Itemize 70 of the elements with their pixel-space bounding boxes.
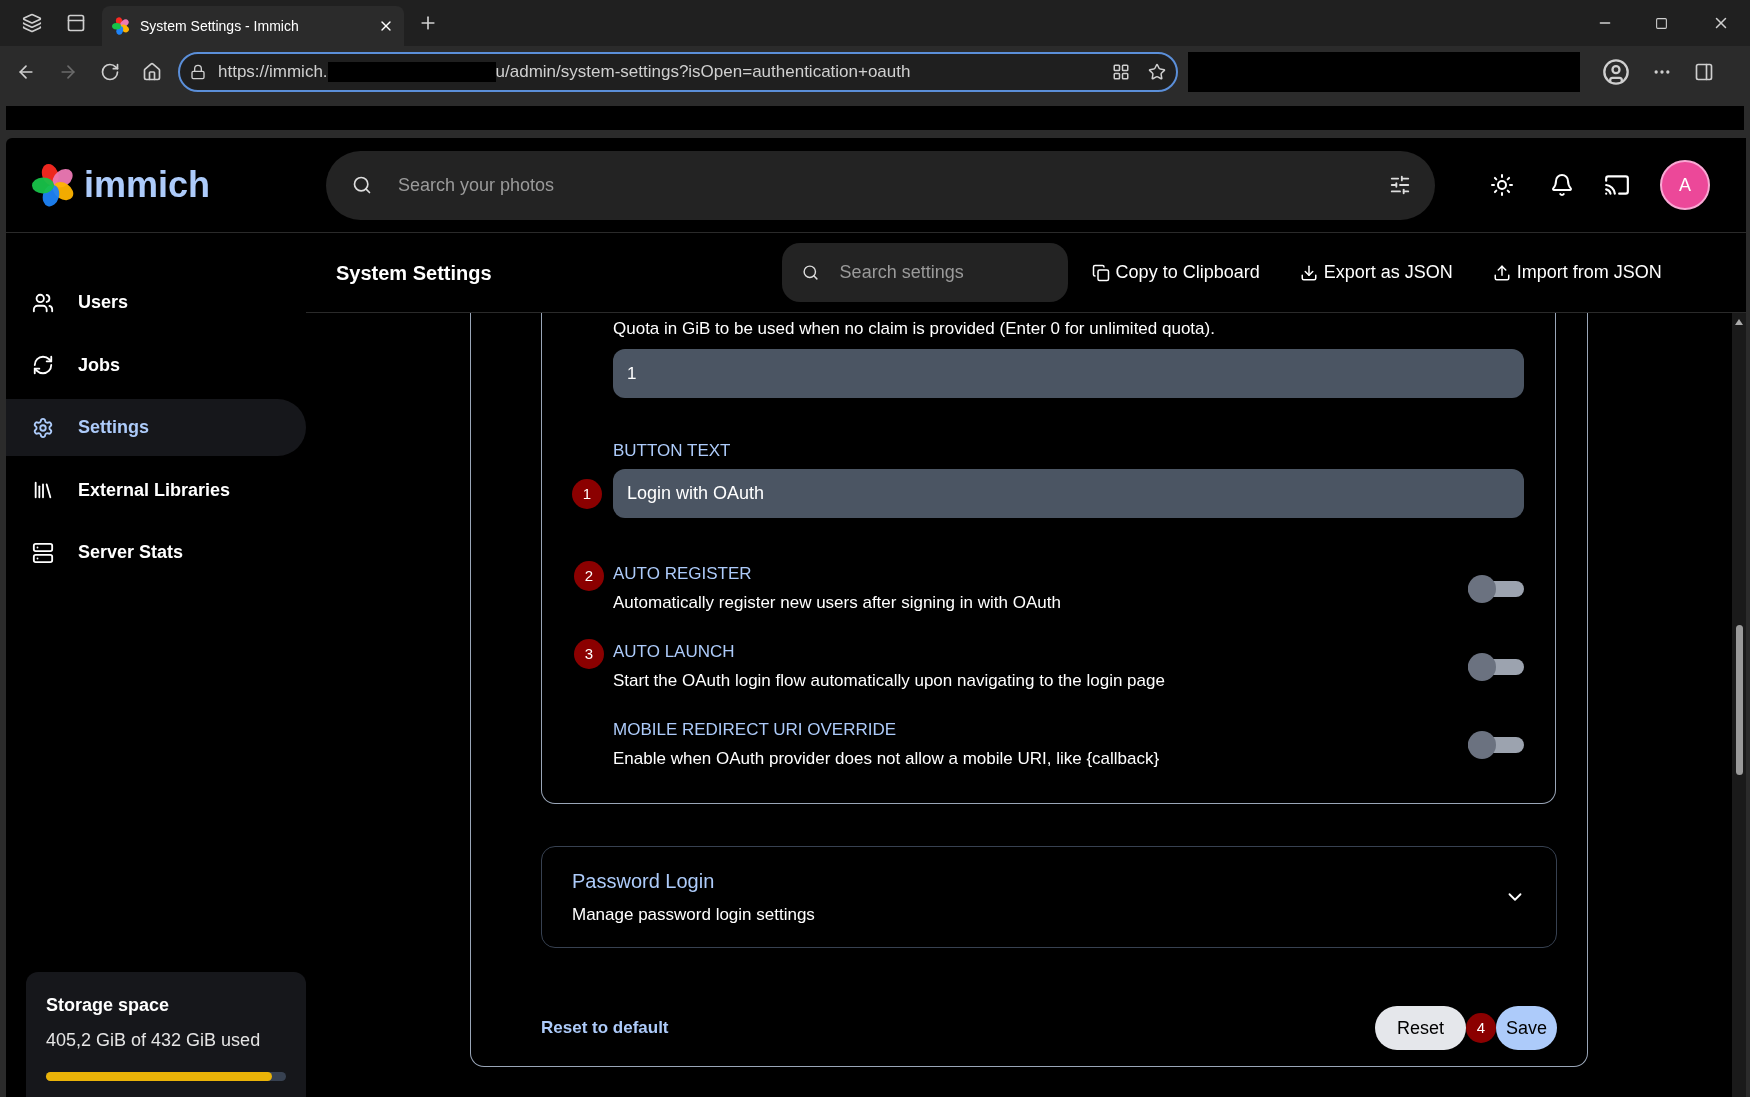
setting-description: Start the OAuth login flow automatically upon navigating to the login page [613, 670, 1166, 692]
books-icon [32, 479, 54, 501]
toggle-switch[interactable] [1468, 652, 1524, 681]
quota-hint: Quota in GiB to be used when no claim is provided (Enter 0 for unlimited quota). [613, 318, 1216, 340]
storage-title: Storage space [46, 994, 171, 1017]
workspaces-icon[interactable] [22, 13, 42, 33]
setting-title: AUTO LAUNCH [613, 641, 736, 663]
card-title: Password Login [572, 869, 716, 895]
sidebar-item[interactable]: Jobs [6, 336, 306, 394]
settings-search-field[interactable]: Search settings [781, 243, 1068, 302]
sidebar-item[interactable]: Users [6, 274, 306, 331]
profile-icon[interactable] [1602, 58, 1630, 86]
reset-button[interactable]: Reset [1374, 1006, 1466, 1050]
sidebar-item[interactable]: Server Stats [6, 524, 306, 581]
sidebar-item[interactable]: External Libraries [6, 461, 306, 519]
settings-icon [32, 416, 54, 439]
toggle-switch[interactable] [1468, 574, 1524, 603]
password-login-card[interactable]: Password Login Manage password login settings [541, 846, 1557, 948]
tab-title: System Settings - Immich [140, 16, 300, 36]
tab-actions-icon[interactable] [66, 13, 86, 33]
setting-description: Automatically register new users after signing in with OAuth [613, 592, 1062, 614]
download-icon [1299, 263, 1318, 282]
notification-icon[interactable] [1550, 173, 1574, 197]
field-label: BUTTON TEXT [613, 440, 732, 462]
url-text: https://immich. [218, 61, 328, 84]
cast-icon[interactable] [1604, 172, 1630, 198]
refresh-icon [32, 354, 54, 376]
filter-icon[interactable] [1389, 173, 1411, 196]
toggle-switch[interactable] [1468, 730, 1524, 759]
users-icon [32, 291, 54, 314]
user-avatar[interactable]: A [1660, 160, 1710, 210]
search-icon [801, 264, 819, 281]
annotation-marker: 3 [574, 639, 604, 669]
button-text-field[interactable]: Login with OAuth [613, 469, 1524, 518]
card-description: Manage password login settings [572, 904, 816, 927]
app-available-icon[interactable] [1112, 63, 1130, 81]
maximize-icon[interactable] [1655, 16, 1668, 30]
setting-title: AUTO REGISTER [613, 563, 753, 585]
logo-text: immich [84, 163, 211, 207]
quota-field[interactable]: 1 [613, 349, 1524, 398]
annotation-marker: 2 [574, 561, 604, 591]
copy-icon [1091, 263, 1110, 282]
reset-default-link[interactable]: Reset to default [541, 1015, 669, 1041]
storage-usage: 405,2 GiB of 432 GiB used [46, 1029, 262, 1052]
annotation-marker: 4 [1465, 1013, 1496, 1043]
favorite-icon[interactable] [1148, 63, 1166, 81]
pinwheel-logo-icon [32, 163, 76, 207]
address-bar[interactable]: https://immich. u/admin/system-settings?isOpen=authentication+oauth [178, 52, 1178, 92]
toolbar-action[interactable]: Import from JSON [1492, 259, 1662, 286]
sidebar-item[interactable]: Settings [6, 399, 306, 456]
setting-description: Enable when OAuth provider does not allow a mobile URI, like {callback} [613, 748, 1161, 770]
scrollbar[interactable] [1732, 313, 1746, 1097]
upload-icon [1492, 263, 1511, 282]
save-button[interactable]: Save [1495, 1006, 1557, 1050]
annotation-marker: 1 [572, 479, 602, 509]
server-icon [32, 541, 54, 564]
search-icon [352, 174, 372, 195]
setting-title: MOBILE REDIRECT URI OVERRIDE [613, 719, 898, 741]
sidebar-icon[interactable] [1694, 62, 1714, 82]
browser-tab[interactable]: System Settings - Immich [102, 6, 404, 46]
url-text: u/admin/system-settings?isOpen=authentication+oauth [495, 61, 911, 84]
pinwheel-favicon-icon [112, 17, 130, 35]
photo-search-field[interactable]: Search your photos [326, 150, 1435, 220]
home-icon[interactable] [142, 62, 162, 82]
toolbar-action[interactable]: Copy to Clipboard [1091, 259, 1260, 286]
theme-icon[interactable] [1490, 173, 1514, 197]
reload-icon[interactable] [100, 62, 120, 82]
lock-icon [190, 64, 206, 80]
page-title: System Settings [336, 260, 492, 286]
toolbar-action[interactable]: Export as JSON [1299, 259, 1453, 286]
